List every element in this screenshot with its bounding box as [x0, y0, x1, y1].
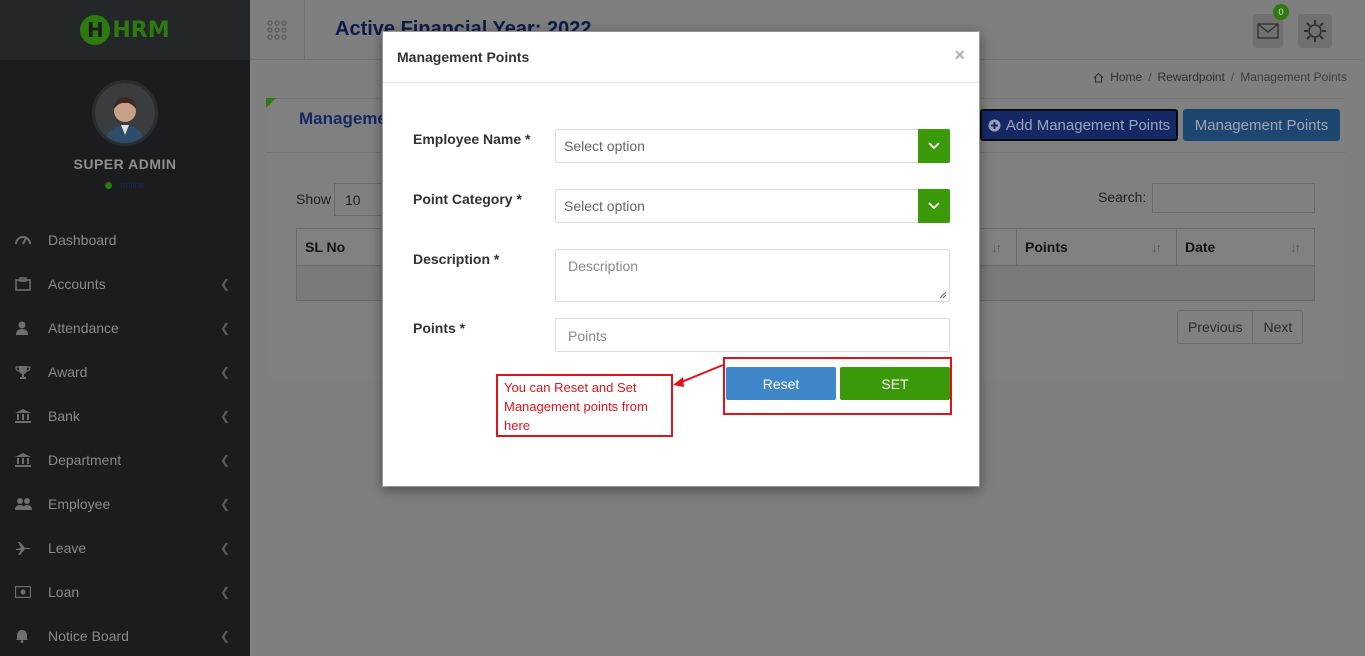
chevron-left-icon: ❮ [219, 453, 230, 467]
sort-icon: ↓↑ [991, 240, 1002, 255]
chevron-left-icon: ❮ [219, 629, 230, 643]
sidebar-item-label: Leave [48, 540, 87, 556]
mail-count-badge: 0 [1273, 4, 1289, 20]
search-input[interactable] [1152, 183, 1315, 213]
sidebar-item-label: Attendance [48, 320, 119, 336]
annotation-arrow [673, 364, 724, 387]
show-entries-select[interactable]: 10 [334, 183, 384, 216]
sidebar-item-notice-board[interactable]: Notice Board ❮ [0, 614, 250, 656]
column-header-sl-no[interactable]: SL No [305, 239, 345, 255]
next-page-button[interactable]: Next [1253, 311, 1302, 343]
status-row: online [0, 180, 250, 190]
sidebar-item-label: Accounts [48, 276, 106, 292]
column-header-date[interactable]: Date [1185, 239, 1215, 255]
online-status-dot [105, 181, 113, 189]
bank-icon [15, 452, 35, 468]
sidebar-item-award[interactable]: Award ❮ [0, 350, 250, 394]
mail-icon [1257, 23, 1279, 39]
sidebar-item-label: Department [48, 452, 122, 468]
sort-icon: ↓↑ [1290, 240, 1301, 255]
sidebar-menu: Dashboard Accounts ❮ Attendance ❮ Award … [0, 218, 250, 656]
grid-icon [267, 20, 287, 40]
management-points-button[interactable]: Management Points [1183, 109, 1340, 141]
column-divider [1016, 229, 1017, 265]
bank-icon [15, 408, 35, 424]
column-divider [1176, 229, 1177, 265]
briefcase-icon [15, 276, 35, 292]
logo-bar: H HRM [0, 0, 250, 60]
trophy-icon [15, 364, 35, 380]
chevron-left-icon: ❮ [219, 365, 230, 379]
sidebar: H HRM SUPER ADMIN online Dashboard Accou [0, 0, 250, 656]
sort-icon: ↓↑ [1151, 240, 1162, 255]
chevron-left-icon: ❮ [219, 321, 230, 335]
user-icon [15, 320, 35, 336]
chevron-left-icon: ❮ [219, 409, 230, 423]
profile: SUPER ADMIN online [0, 60, 250, 190]
sidebar-item-label: Dashboard [48, 232, 117, 248]
sidebar-item-employee[interactable]: Employee ❮ [0, 482, 250, 526]
panel-corner-accent [266, 98, 276, 108]
breadcrumb-current: Management Points [1240, 70, 1347, 84]
chevron-left-icon: ❮ [219, 497, 230, 511]
sidebar-item-label: Loan [48, 584, 80, 600]
user-name: SUPER ADMIN [73, 156, 177, 172]
sidebar-item-label: Award [48, 364, 88, 380]
chevron-left-icon: ❮ [219, 277, 230, 291]
plane-icon [15, 540, 35, 556]
home-icon [1093, 72, 1104, 83]
sidebar-item-accounts[interactable]: Accounts ❮ [0, 262, 250, 306]
money-icon [15, 584, 35, 600]
breadcrumb-parent[interactable]: Rewardpoint [1158, 70, 1225, 84]
users-icon [15, 496, 35, 512]
previous-page-button[interactable]: Previous [1178, 311, 1254, 343]
sidebar-item-leave[interactable]: Leave ❮ [0, 526, 250, 570]
search-label: Search: [1098, 189, 1147, 205]
apps-grid-button[interactable] [250, 0, 305, 60]
sidebar-item-loan[interactable]: Loan ❮ [0, 570, 250, 614]
gear-icon [1304, 20, 1326, 42]
logo[interactable]: H HRM [80, 15, 170, 45]
sidebar-item-attendance[interactable]: Attendance ❮ [0, 306, 250, 350]
sidebar-item-dashboard[interactable]: Dashboard [0, 218, 250, 262]
sidebar-item-label: Notice Board [48, 628, 129, 644]
column-header-points[interactable]: Points [1025, 239, 1068, 255]
bell-icon [15, 628, 35, 644]
chevron-left-icon: ❮ [219, 541, 230, 555]
logo-mark: H [80, 15, 111, 45]
sidebar-item-label: Bank [48, 408, 80, 424]
breadcrumb-home[interactable]: Home [1110, 70, 1142, 84]
sidebar-item-label: Employee [48, 496, 111, 512]
show-entries-label: Show [296, 191, 332, 207]
management-points-modal: Management Points × Employee Name * Sele… [382, 31, 980, 487]
status-text: online [120, 180, 145, 190]
sidebar-item-department[interactable]: Department ❮ [0, 438, 250, 482]
breadcrumb: Home / Rewardpoint / Management Points [1093, 70, 1347, 84]
settings-button[interactable] [1298, 14, 1332, 48]
dashboard-icon [15, 232, 35, 248]
avatar[interactable] [92, 80, 158, 146]
chevron-left-icon: ❮ [219, 585, 230, 599]
breadcrumb-separator: / [1230, 70, 1235, 84]
add-management-points-button[interactable]: Add Management Points [980, 109, 1178, 141]
add-management-points-label: Add Management Points [1005, 116, 1171, 134]
breadcrumb-separator: / [1148, 70, 1152, 84]
logo-text: HRM [112, 17, 170, 43]
plus-circle-icon [988, 119, 1001, 131]
pagination: Previous Next [1177, 310, 1304, 344]
sidebar-item-bank[interactable]: Bank ❮ [0, 394, 250, 438]
